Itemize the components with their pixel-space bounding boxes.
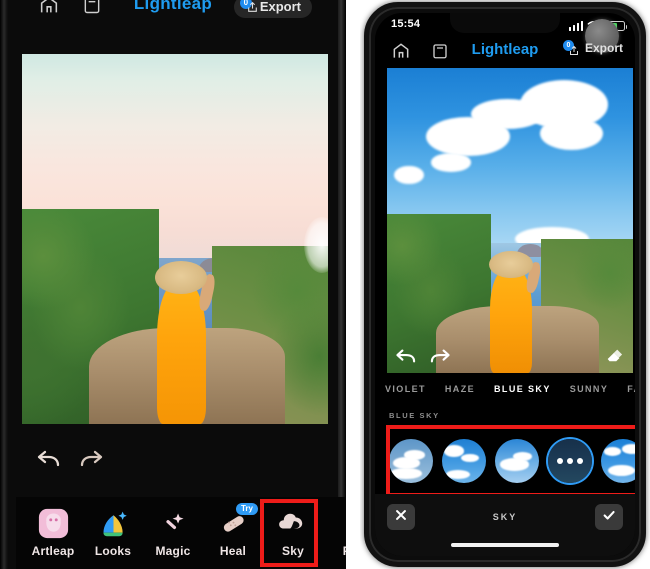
tool-artleap[interactable]: Artleap — [24, 505, 82, 565]
export-share-icon — [246, 1, 259, 14]
confirm-button[interactable] — [595, 504, 623, 530]
tab-haze[interactable]: HAZE — [445, 384, 475, 394]
tool-magic[interactable]: Magic — [144, 505, 202, 565]
photo-cloud — [394, 165, 424, 184]
export-label: Export — [584, 41, 623, 55]
undo-arrow-icon[interactable] — [395, 347, 417, 365]
left-phone-photo: Lightleap 0 Export Artleap Looks Magic T… — [0, 0, 346, 569]
section-label-blue-sky: BLUE SKY — [389, 411, 440, 420]
cellular-signal-icon — [568, 21, 583, 31]
redo-arrow-icon[interactable] — [429, 347, 451, 365]
left-history-controls — [22, 444, 328, 478]
magic-wand-icon — [144, 505, 202, 541]
photo-overlay-controls — [387, 345, 633, 369]
tab-sunny[interactable]: SUNNY — [570, 384, 609, 394]
left-phone-screen: Lightleap 0 Export Artleap Looks Magic T… — [8, 0, 346, 569]
tool-looks[interactable]: Looks — [84, 505, 142, 565]
heal-try-badge: Try — [235, 503, 258, 515]
export-label: Export — [259, 0, 301, 14]
left-tool-strip: Artleap Looks Magic Try Heal Sky — [16, 497, 346, 569]
looks-icon — [84, 505, 142, 541]
tool-label: Heal — [219, 544, 247, 558]
tool-heal[interactable]: Try Heal — [204, 503, 262, 565]
sky-category-tabs: VIOLET HAZE BLUE SKY SUNNY FANTA — [375, 377, 635, 401]
home-indicator[interactable] — [451, 543, 559, 547]
check-icon — [602, 508, 616, 527]
export-button[interactable]: 0 Export — [233, 0, 312, 18]
export-button[interactable]: 0 Export — [562, 40, 623, 57]
photo-cloud — [431, 153, 471, 172]
undo-arrow-icon[interactable] — [36, 448, 62, 470]
filters-icon — [321, 505, 346, 541]
tool-label: Fil — [321, 544, 346, 558]
tool-filters[interactable]: Fil — [321, 505, 346, 565]
sky-presets-highlight-box — [386, 425, 635, 497]
right-phone-screen: 15:54 Lightleap 0 Export VIOLET HAZE BLU… — [375, 13, 635, 556]
status-time: 15:54 — [391, 18, 421, 30]
tool-label: Looks — [94, 544, 132, 558]
phone-body: 15:54 Lightleap 0 Export VIOLET HAZE BLU… — [364, 2, 646, 567]
right-phone-photo: 15:54 Lightleap 0 Export VIOLET HAZE BLU… — [360, 0, 650, 569]
sky-bottom-bar: SKY — [375, 494, 635, 556]
redo-arrow-icon[interactable] — [78, 448, 104, 470]
left-app-header: Lightleap 0 Export — [8, 0, 338, 30]
left-edited-photo[interactable] — [22, 54, 328, 424]
screenshot-root: Lightleap 0 Export Artleap Looks Magic T… — [0, 0, 650, 569]
sky-tool-highlight-box — [260, 499, 318, 567]
photo-person-dress — [156, 283, 206, 424]
eraser-icon[interactable] — [605, 346, 623, 364]
right-edited-photo[interactable] — [387, 68, 633, 373]
tab-violet[interactable]: VIOLET — [385, 384, 426, 394]
export-share-icon — [568, 45, 580, 57]
tool-label: Artleap — [31, 544, 75, 558]
right-app-header: Lightleap 0 Export — [375, 38, 635, 64]
artleap-icon — [24, 505, 82, 541]
panel-separator — [346, 0, 360, 569]
tool-label: Magic — [155, 544, 191, 558]
tab-blue-sky[interactable]: BLUE SKY — [494, 384, 551, 394]
tab-fantasy[interactable]: FANTA — [627, 384, 635, 394]
